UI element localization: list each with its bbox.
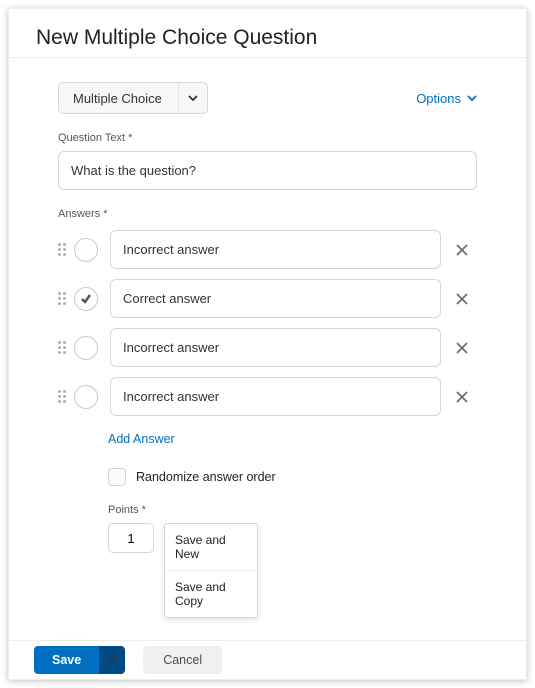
delete-answer-button[interactable] (447, 293, 477, 305)
question-type-select[interactable]: Multiple Choice (58, 82, 208, 114)
close-icon (456, 342, 468, 354)
answers-label: Answers * (58, 208, 477, 220)
answer-text-input[interactable]: Incorrect answer (110, 377, 441, 416)
chevron-down-icon (467, 93, 477, 103)
correct-answer-radio[interactable] (74, 238, 98, 262)
save-split-menu: Save and New Save and Copy (164, 523, 258, 618)
save-split-button[interactable] (99, 646, 125, 674)
drag-handle-icon[interactable] (58, 390, 66, 403)
correct-answer-radio[interactable] (74, 336, 98, 360)
chevron-down-icon (107, 655, 117, 665)
chevron-down-icon (178, 83, 207, 113)
question-text-input[interactable]: What is the question? (58, 151, 477, 190)
options-link-label: Options (416, 91, 461, 106)
delete-answer-button[interactable] (447, 391, 477, 403)
randomize-checkbox[interactable] (108, 468, 126, 486)
delete-answer-button[interactable] (447, 342, 477, 354)
delete-answer-button[interactable] (447, 244, 477, 256)
answer-text-input[interactable]: Correct answer (110, 279, 441, 318)
points-input[interactable] (108, 523, 154, 553)
question-type-value: Multiple Choice (59, 91, 178, 106)
drag-handle-icon[interactable] (58, 341, 66, 354)
close-icon (456, 293, 468, 305)
save-and-new-item[interactable]: Save and New (165, 524, 257, 571)
add-answer-link[interactable]: Add Answer (108, 432, 175, 446)
drag-handle-icon[interactable] (58, 292, 66, 305)
question-text-label: Question Text * (58, 132, 477, 144)
answer-text-input[interactable]: Incorrect answer (110, 328, 441, 367)
drag-handle-icon[interactable] (58, 243, 66, 256)
randomize-label: Randomize answer order (136, 470, 276, 484)
answer-text-input[interactable]: Incorrect answer (110, 230, 441, 269)
page-title: New Multiple Choice Question (36, 26, 499, 50)
save-and-copy-item[interactable]: Save and Copy (165, 571, 257, 617)
save-button[interactable]: Save (34, 646, 99, 674)
correct-answer-radio[interactable] (74, 385, 98, 409)
options-link[interactable]: Options (416, 91, 477, 106)
close-icon (456, 391, 468, 403)
cancel-button[interactable]: Cancel (143, 646, 222, 674)
close-icon (456, 244, 468, 256)
points-label: Points * (108, 504, 477, 516)
correct-answer-radio[interactable] (74, 287, 98, 311)
